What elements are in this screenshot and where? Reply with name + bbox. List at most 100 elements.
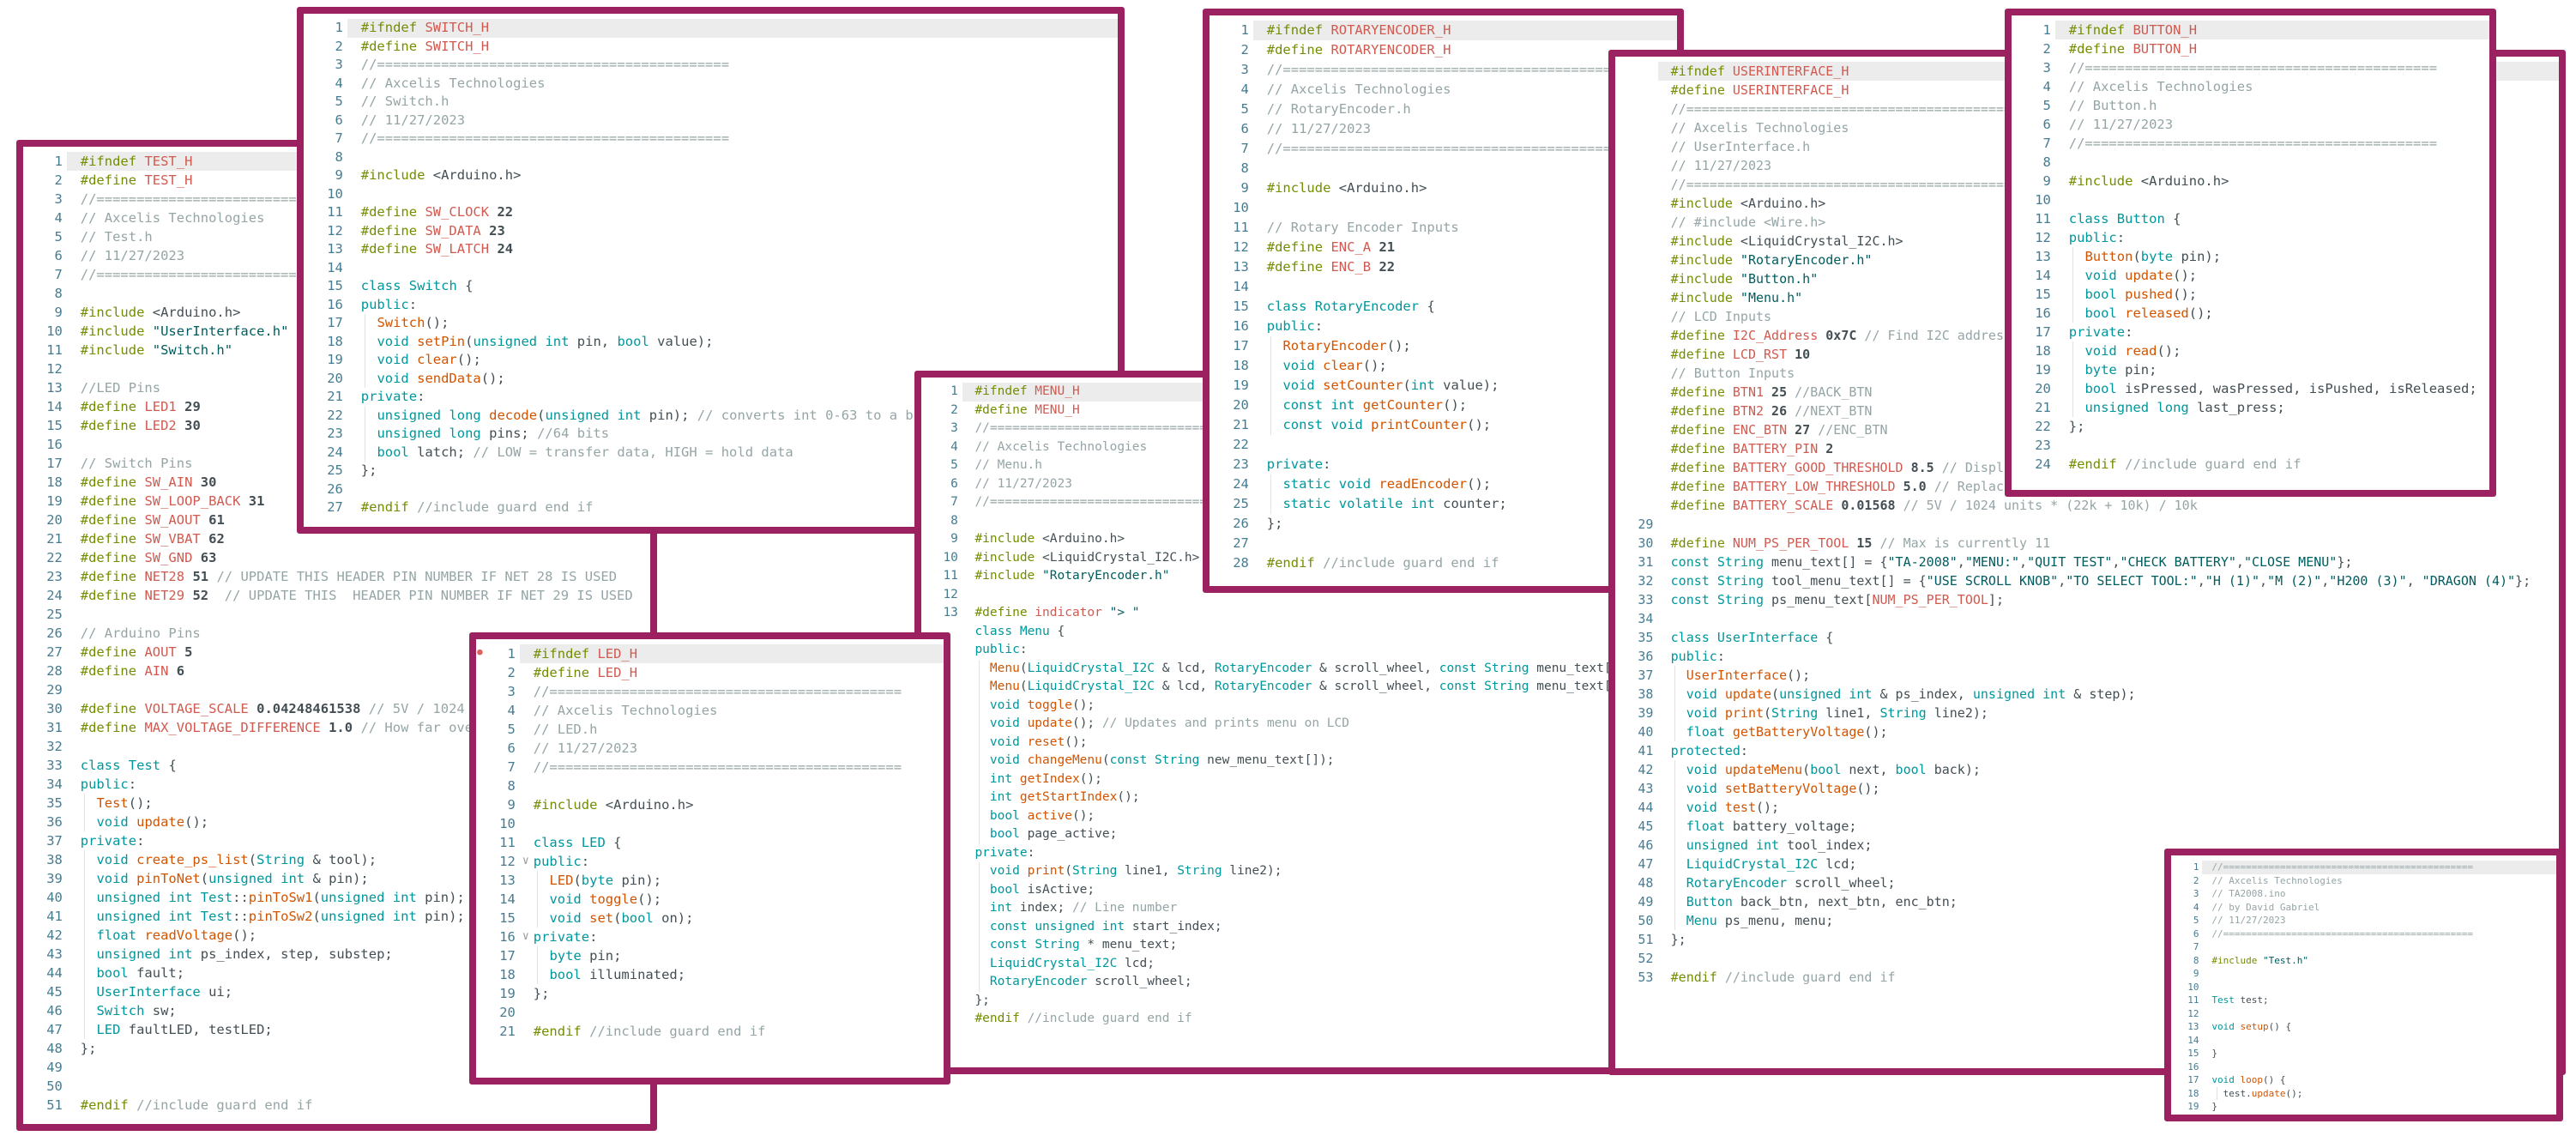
code-line: 17void loop() { [2171,1073,2556,1087]
line-number [1622,420,1657,439]
code-text: #define indicator "> " [973,604,1617,623]
fold-gutter [347,277,359,296]
fold-gutter [962,383,973,402]
code-line: 9#include <Arduino.h> [476,795,944,814]
line-number: 9 [2176,967,2202,981]
line-number: 18 [484,965,521,984]
code-line: 8 [2012,153,2489,172]
fold-gutter [1658,496,1669,515]
line-number: 8 [928,512,962,531]
line-number: 16 [1217,317,1254,336]
breakpoint-gutter [1210,336,1217,356]
fold-gutter [347,333,359,352]
line-number [1622,345,1657,364]
code-line: void changeMenu(const String new_menu_te… [921,752,1617,770]
breakpoint-icon[interactable]: ● [476,644,484,663]
fold-gutter [347,166,359,185]
code-line: 9#include <Arduino.h> [1210,178,1677,198]
code-line: 19 void clear(); [304,351,1118,370]
fold-gutter [67,284,78,303]
breakpoint-gutter [1615,571,1622,590]
code-line: 8 [1210,159,1677,178]
breakpoint-gutter [23,680,31,699]
code-text: bool released(); [2066,304,2489,323]
line-number: 12 [484,852,521,871]
fold-gutter [1253,119,1264,139]
code-text: unsigned long last_press; [2066,398,2489,417]
breakpoint-gutter [1615,496,1622,515]
code-line: void toggle(); [921,697,1617,716]
fold-gutter [347,203,359,222]
fold-chevron-icon[interactable]: ∨ [520,928,531,946]
line-number: 31 [31,718,68,737]
line-number: 12 [1217,238,1254,257]
breakpoint-gutter [921,512,928,531]
line-number: 11 [484,833,521,852]
code-text: Menu(LiquidCrystal_I2C & lcd, RotaryEnco… [973,660,1624,679]
code-line: 14 [1210,277,1677,297]
breakpoint-gutter [1210,356,1217,376]
code-text [78,605,650,624]
code-panel-button-h[interactable]: 1#ifndef BUTTON_H2#define BUTTON_H3//===… [2005,9,2496,497]
code-line: bool active(); [921,807,1617,826]
code-line: 13#define ENC_B 22 [1210,257,1677,277]
line-number: 6 [311,112,348,130]
code-line: 19 byte pin; [2012,360,2489,379]
line-number: 30 [1622,534,1657,553]
fold-gutter [2055,58,2066,77]
code-text [359,185,1118,204]
code-line: ●1#ifndef LED_H [476,644,944,663]
code-line: 2#define LED_H [476,663,944,682]
code-panel-led-h[interactable]: ●1#ifndef LED_H2#define LED_H3//========… [469,632,950,1085]
breakpoint-gutter [1615,402,1622,420]
code-line: 29 [1615,515,2559,534]
code-text: Test test; [2211,994,2556,1007]
fold-gutter [1658,156,1669,175]
breakpoint-gutter [1615,911,1622,930]
line-number: 49 [31,1058,68,1077]
code-text: LED(byte pin); [531,871,944,890]
fold-gutter [1253,80,1264,100]
code-line: 35class UserInterface { [1615,628,2559,647]
breakpoint-gutter [23,529,31,548]
code-text: protected: [1668,741,2559,760]
code-text [2066,153,2489,172]
code-line: 6// 11/27/2023 [304,112,1118,130]
fold-gutter [520,720,531,739]
breakpoint-gutter [1615,590,1622,609]
code-line: void print(String line1, String line2); [921,862,1617,881]
fold-gutter [67,171,78,190]
fold-gutter [2202,1100,2210,1114]
code-line: 40 float getBatteryVoltage(); [1615,722,2559,741]
code-line: 11#define SW_CLOCK 22 [304,203,1118,222]
code-line: public: [921,641,1617,660]
fold-gutter [1658,855,1669,873]
line-number: 39 [31,869,68,888]
breakpoint-gutter [1210,553,1217,573]
code-text: #define SW_LATCH 24 [359,240,1118,259]
fold-gutter [962,402,973,420]
line-number: 32 [31,737,68,756]
code-panel-ta2008-ino[interactable]: 1//=====================================… [2164,849,2563,1121]
code-line: 17 byte pin; [476,946,944,965]
line-number: 2 [1217,40,1254,60]
fold-gutter [1253,139,1264,159]
code-text: //======================================… [2066,134,2489,153]
line-number: 10 [2176,981,2202,994]
breakpoint-gutter [476,795,484,814]
fold-gutter [347,240,359,259]
fold-chevron-icon[interactable]: ∨ [520,852,531,871]
breakpoint-gutter [304,296,311,315]
code-line: 37 UserInterface(); [1615,666,2559,685]
fold-gutter [962,936,973,955]
fold-gutter [67,699,78,718]
code-text: #include <Arduino.h> [531,795,944,814]
fold-gutter [520,871,531,890]
fold-gutter [67,529,78,548]
breakpoint-gutter [304,259,311,278]
breakpoint-gutter [2012,115,2019,134]
line-number: 3 [311,56,348,75]
breakpoint-gutter [304,93,311,112]
fold-gutter [1658,213,1669,232]
code-line: class Menu { [921,623,1617,642]
